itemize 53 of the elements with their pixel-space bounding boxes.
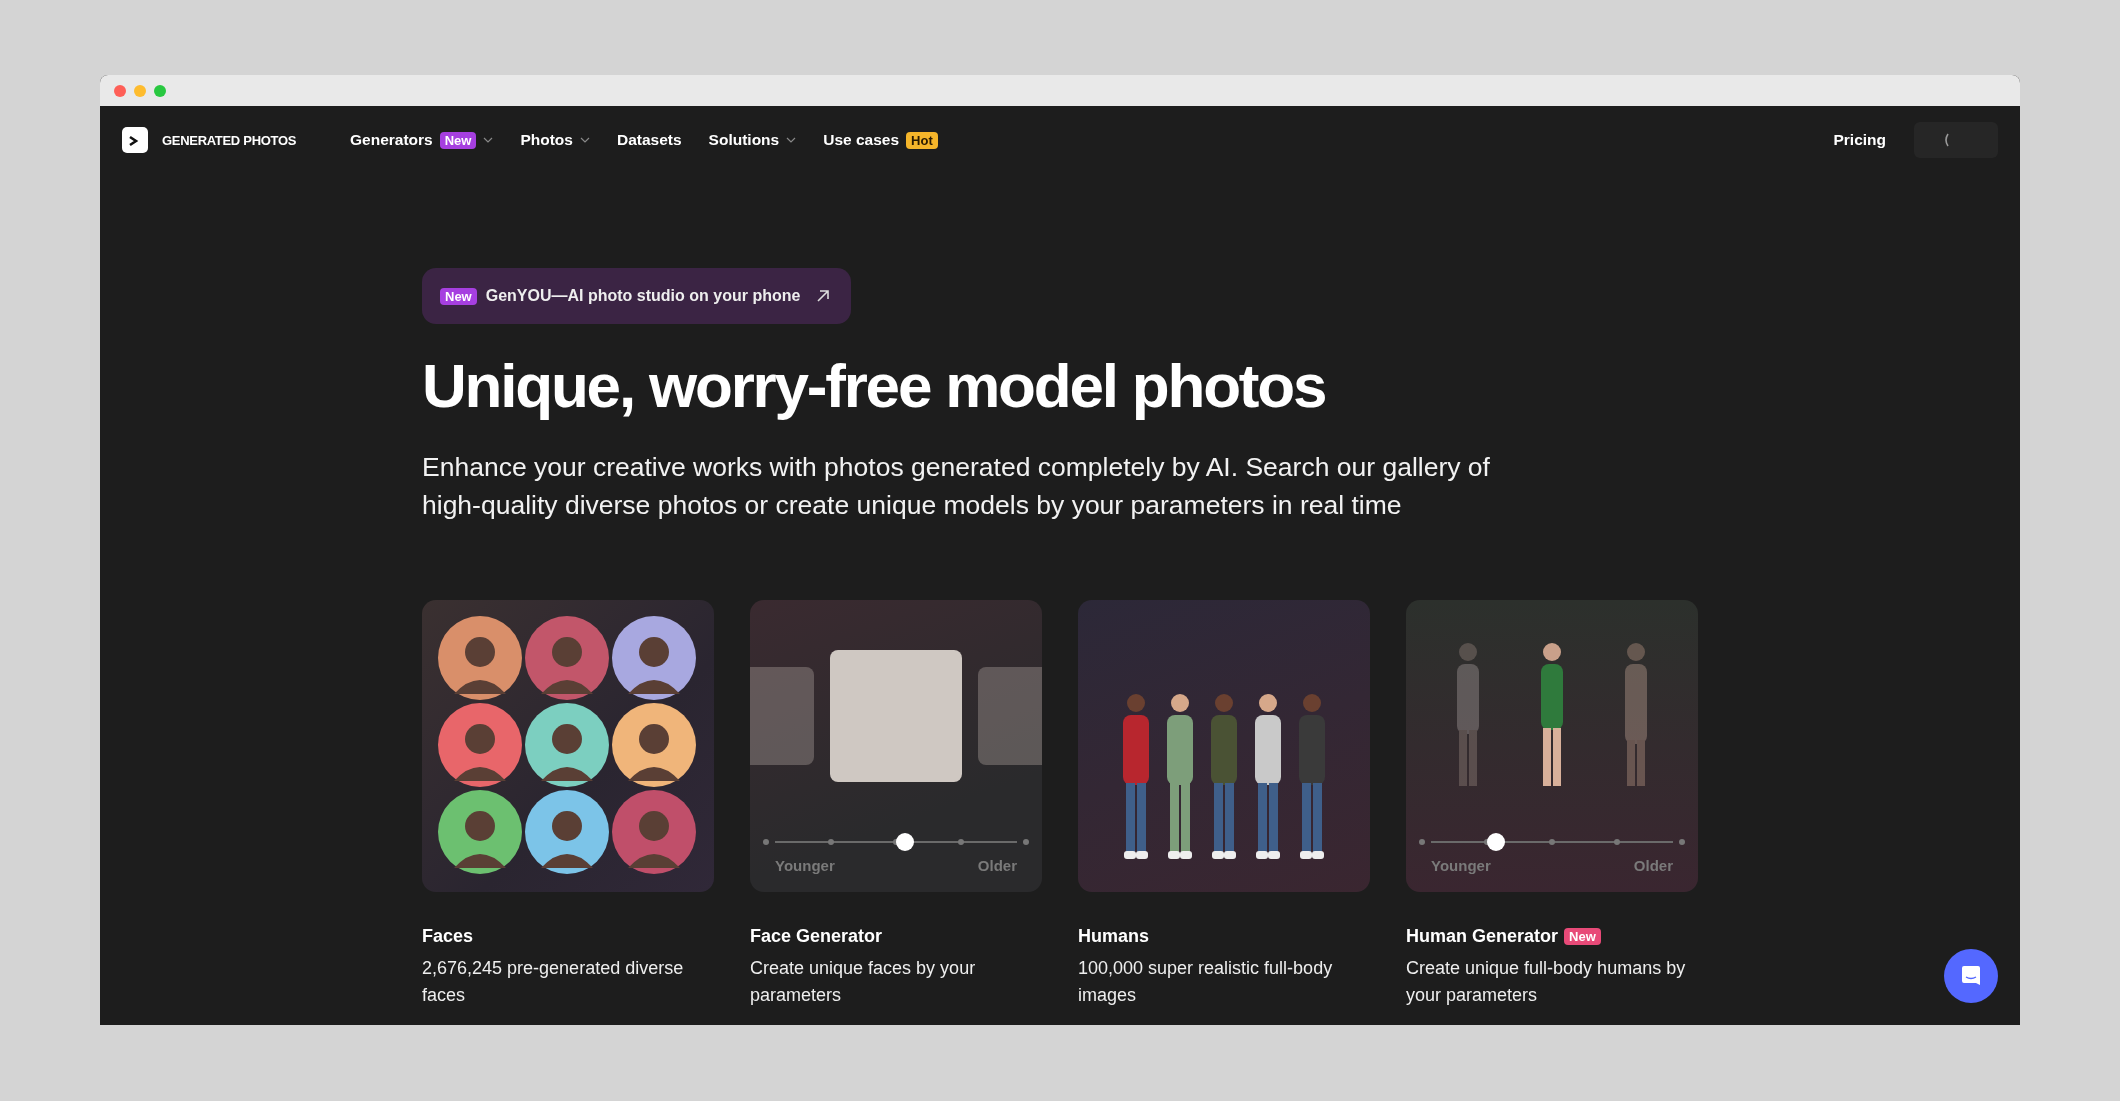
brand-name[interactable]: GENERATED PHOTOS bbox=[162, 132, 297, 148]
nav-link[interactable]: Datasets bbox=[616, 131, 682, 149]
announcement-text: GenYOU—AI photo studio on your phone bbox=[485, 287, 801, 305]
slider-max-label: Older bbox=[977, 857, 1017, 875]
card-description: Create unique faces by your parameters bbox=[750, 957, 977, 1008]
pricing-link[interactable]: Pricing bbox=[1833, 131, 1886, 149]
slider-max-label: Older bbox=[1633, 857, 1673, 875]
chat-bubble-icon bbox=[1959, 964, 1983, 988]
slider-thumb[interactable] bbox=[1487, 833, 1505, 852]
nav-badge: New bbox=[439, 131, 477, 149]
logo-icon[interactable] bbox=[122, 127, 148, 153]
slider-min-label: Younger bbox=[1431, 857, 1491, 875]
chat-button[interactable] bbox=[1944, 949, 1998, 1003]
avatar-silhouette-icon bbox=[612, 703, 696, 788]
avatar-silhouette-icon bbox=[438, 703, 522, 788]
chevron-down-icon bbox=[786, 137, 797, 143]
avatar-silhouette-icon bbox=[525, 616, 609, 701]
age-slider-track[interactable] bbox=[766, 833, 1026, 852]
nav-badge: Hot bbox=[906, 131, 938, 149]
announcement-banner[interactable]: New GenYOU—AI photo studio on your phone bbox=[422, 268, 852, 324]
card-title[interactable]: Faces bbox=[422, 926, 474, 948]
avatar-silhouette-icon bbox=[612, 790, 696, 875]
avatar-silhouette-icon bbox=[525, 703, 609, 788]
faces-grid-card[interactable] bbox=[422, 600, 714, 893]
chevron-down-icon bbox=[483, 137, 494, 143]
avatar-silhouette-icon bbox=[612, 616, 696, 701]
new-badge: New bbox=[440, 287, 477, 305]
slider-min-label: Younger bbox=[775, 857, 835, 875]
close-dot-icon[interactable] bbox=[114, 84, 126, 97]
hero-subtitle: Enhance your creative works with photos generated completely by AI. Search our gallery of high-quality diverse photos or create unique models by your parameters in real time bbox=[422, 451, 1491, 523]
card-title[interactable]: Humans bbox=[1078, 926, 1149, 948]
card-title[interactable]: Human Generator bbox=[1406, 926, 1559, 948]
nav-link[interactable]: Use cases Hot bbox=[823, 131, 938, 149]
hero-title: Unique, worry-free model photos bbox=[422, 352, 1327, 421]
avatar-silhouette-icon bbox=[525, 790, 609, 875]
chevron-down-icon bbox=[579, 137, 590, 143]
avatar-silhouette-icon bbox=[438, 616, 522, 701]
nav-link[interactable]: Solutions bbox=[708, 131, 797, 149]
age-slider-track[interactable] bbox=[1422, 833, 1682, 852]
slider-thumb[interactable] bbox=[896, 833, 914, 852]
card-description: 100,000 super realistic full-body images bbox=[1078, 957, 1334, 1008]
humans-card[interactable] bbox=[1078, 600, 1370, 893]
minimize-dot-icon[interactable] bbox=[134, 84, 146, 97]
card-title[interactable]: Face Generator bbox=[750, 926, 883, 948]
card-description: 2,676,245 pre-generated diverse faces bbox=[422, 957, 685, 1008]
maximize-dot-icon[interactable] bbox=[154, 84, 166, 97]
avatar-silhouette-icon bbox=[438, 790, 522, 875]
card-description: Create unique full-body humans by your parameters bbox=[1406, 957, 1687, 1008]
nav-link[interactable]: Generators New bbox=[350, 131, 494, 149]
arrow-up-right-icon bbox=[815, 288, 832, 304]
spinner-icon bbox=[1942, 132, 1950, 148]
new-badge: New bbox=[1564, 928, 1601, 946]
nav-link[interactable]: Photos bbox=[520, 131, 590, 149]
